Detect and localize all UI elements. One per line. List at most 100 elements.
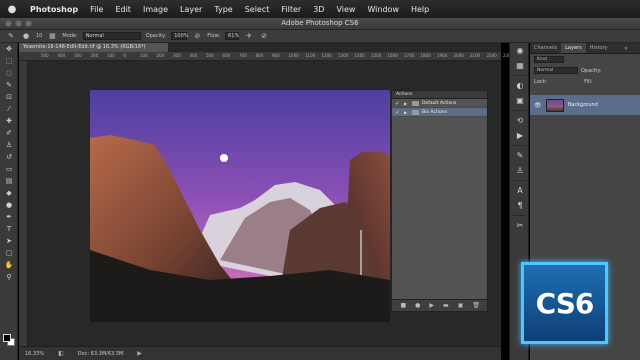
menu-view[interactable]: View — [330, 5, 361, 14]
eyedropper-tool-icon[interactable]: ⁄ — [0, 103, 18, 115]
actions-panel-icon[interactable]: ▶ — [510, 128, 530, 143]
menu-help[interactable]: Help — [405, 5, 435, 14]
action-set-label: Default Actions — [422, 100, 457, 106]
menu-file[interactable]: File — [84, 5, 109, 14]
healing-tool-icon[interactable]: ✚ — [0, 115, 18, 127]
blur-tool-icon[interactable]: ◆ — [0, 187, 18, 199]
foreground-color-swatch[interactable] — [3, 334, 11, 342]
tab-channels[interactable]: Channels — [530, 43, 561, 53]
pen-tool-icon[interactable]: ✒ — [0, 211, 18, 223]
blend-row: Normal Opacity: — [530, 65, 640, 76]
character-panel-icon[interactable]: A — [510, 183, 530, 198]
document-size: Doc: 63.3M/63.3M — [77, 350, 124, 357]
history-panel-icon[interactable]: ⟲ — [510, 113, 530, 128]
shape-tool-icon[interactable]: ▢ — [0, 247, 18, 259]
expand-triangle-icon[interactable]: ▶ — [404, 110, 409, 115]
menu-image[interactable]: Image — [137, 5, 174, 14]
menu-layer[interactable]: Layer — [174, 5, 208, 14]
tab-layers[interactable]: Layers — [561, 43, 586, 53]
type-tool-icon[interactable]: T — [0, 223, 18, 235]
paragraph-panel-icon[interactable]: ¶ — [510, 198, 530, 213]
menu-3d[interactable]: 3D — [307, 5, 330, 14]
tool-presets-panel-icon[interactable]: ✂ — [510, 218, 530, 233]
path-select-tool-icon[interactable]: ➤ — [0, 235, 18, 247]
quick-select-tool-icon[interactable]: ✎ — [0, 79, 18, 91]
horizontal-ruler[interactable]: 500 400 300 200 100 0 100 200 300 400 500 600 700 800… — [19, 52, 513, 61]
opacity-label: Opacity: — [145, 33, 167, 39]
apple-icon[interactable]: ● — [0, 4, 24, 15]
status-nav-icon[interactable]: ◧ — [58, 350, 64, 357]
mode-select[interactable]: Normal — [82, 32, 141, 40]
ruler-tick-label: 300 — [74, 53, 82, 58]
brush-tool-icon[interactable]: ✐ — [0, 127, 18, 139]
ruler-tick-label: 1600 — [387, 53, 398, 58]
folder-icon — [412, 100, 419, 106]
history-brush-tool-icon[interactable]: ↺ — [0, 151, 18, 163]
eraser-tool-icon[interactable]: ▭ — [0, 163, 18, 175]
actions-panel-title[interactable]: Actions — [392, 91, 487, 99]
styles-panel-icon[interactable]: ▣ — [510, 93, 530, 108]
color-panel-icon[interactable]: ◉ — [510, 43, 530, 58]
status-menu-arrow-icon[interactable]: ▶ — [137, 350, 142, 357]
menu-type[interactable]: Type — [208, 5, 238, 14]
layer-row-background[interactable]: 👁 Background — [530, 95, 640, 115]
ruler-tick-label: 300 — [173, 53, 181, 58]
toggle-check-icon[interactable]: ✓ — [395, 100, 401, 107]
collapse-panels-icon[interactable]: » — [624, 45, 628, 52]
ruler-tick-label: 1400 — [354, 53, 365, 58]
new-action-icon[interactable]: ▣ — [458, 302, 464, 309]
visibility-eye-icon[interactable]: 👁 — [534, 102, 542, 109]
dodge-tool-icon[interactable]: ● — [0, 199, 18, 211]
pressure-size-icon[interactable]: ⊘ — [259, 32, 269, 41]
lock-row: Lock: Fill: — [530, 76, 640, 87]
marquee-tool-icon[interactable]: ⬚ — [0, 55, 18, 67]
swatches-panel-icon[interactable]: ▦ — [510, 58, 530, 73]
lasso-tool-icon[interactable]: ◌ — [0, 67, 18, 79]
adjustments-panel-icon[interactable]: ◐ — [510, 78, 530, 93]
toggle-check-icon[interactable]: ✓ — [395, 109, 401, 116]
zoom-tool-icon[interactable]: ⚲ — [0, 271, 18, 283]
menu-window[interactable]: Window — [361, 5, 405, 14]
ruler-tick-label: 100 — [140, 53, 148, 58]
ruler-tick-label: 500 — [206, 53, 214, 58]
trash-icon[interactable]: 🗑 — [472, 302, 480, 309]
brush-panel-icon[interactable]: ▦ — [47, 32, 57, 41]
crop-tool-icon[interactable]: ⊡ — [0, 91, 18, 103]
action-set-row[interactable]: ✓ ▶ Default Actions — [392, 99, 487, 108]
fill-label: Fill: — [584, 78, 593, 85]
ruler-tick-label: 400 — [57, 53, 66, 58]
airbrush-icon[interactable]: ✈ — [244, 32, 254, 41]
menu-app-name[interactable]: Photoshop — [24, 5, 84, 14]
opacity-field[interactable]: 100% — [171, 32, 189, 40]
move-tool-icon[interactable]: ✥ — [0, 43, 18, 55]
menu-select[interactable]: Select — [239, 5, 276, 14]
zoom-level[interactable]: 16.33% — [25, 351, 44, 357]
kind-filter-select[interactable]: Kind — [534, 56, 564, 63]
play-icon[interactable]: ▶ — [429, 302, 434, 309]
ruler-tick-label: 700 — [239, 53, 247, 58]
menu-filter[interactable]: Filter — [275, 5, 307, 14]
tool-options-bar: ✎ ● 10 ▦ Mode: Normal Opacity: 100% ⊘ Fl… — [0, 30, 640, 43]
clone-stamp-tool-icon[interactable]: ♙ — [0, 139, 18, 151]
blend-mode-select[interactable]: Normal — [534, 67, 578, 74]
flow-field[interactable]: 61% — [225, 32, 239, 40]
tab-history[interactable]: History — [586, 43, 612, 53]
menu-edit[interactable]: Edit — [109, 5, 137, 14]
folder-icon — [412, 109, 419, 115]
gradient-tool-icon[interactable]: ▤ — [0, 175, 18, 187]
brush-preset-picker[interactable]: ● — [21, 32, 31, 41]
hand-tool-icon[interactable]: ✋ — [0, 259, 18, 271]
image-canvas[interactable] — [90, 90, 390, 322]
expand-triangle-icon[interactable]: ▶ — [404, 101, 409, 106]
brush-tool-icon[interactable]: ✎ — [6, 32, 16, 41]
document-tab[interactable]: Yosemite-16-148-Edit-Edit.tif @ 16.3% (R… — [19, 43, 169, 52]
actions-panel-footer: ■ ● ▶ ▬ ▣ 🗑 — [392, 299, 487, 311]
action-set-row[interactable]: ✓ ▶ Bio Actions — [392, 108, 487, 117]
pressure-opacity-icon[interactable]: ⊘ — [192, 32, 202, 41]
clone-source-panel-icon[interactable]: ♙ — [510, 163, 530, 178]
vertical-ruler[interactable] — [19, 61, 28, 346]
stop-icon[interactable]: ■ — [400, 302, 406, 309]
brush-panel-icon[interactable]: ✎ — [510, 148, 530, 163]
new-set-icon[interactable]: ▬ — [443, 302, 449, 309]
record-icon[interactable]: ● — [415, 302, 420, 309]
